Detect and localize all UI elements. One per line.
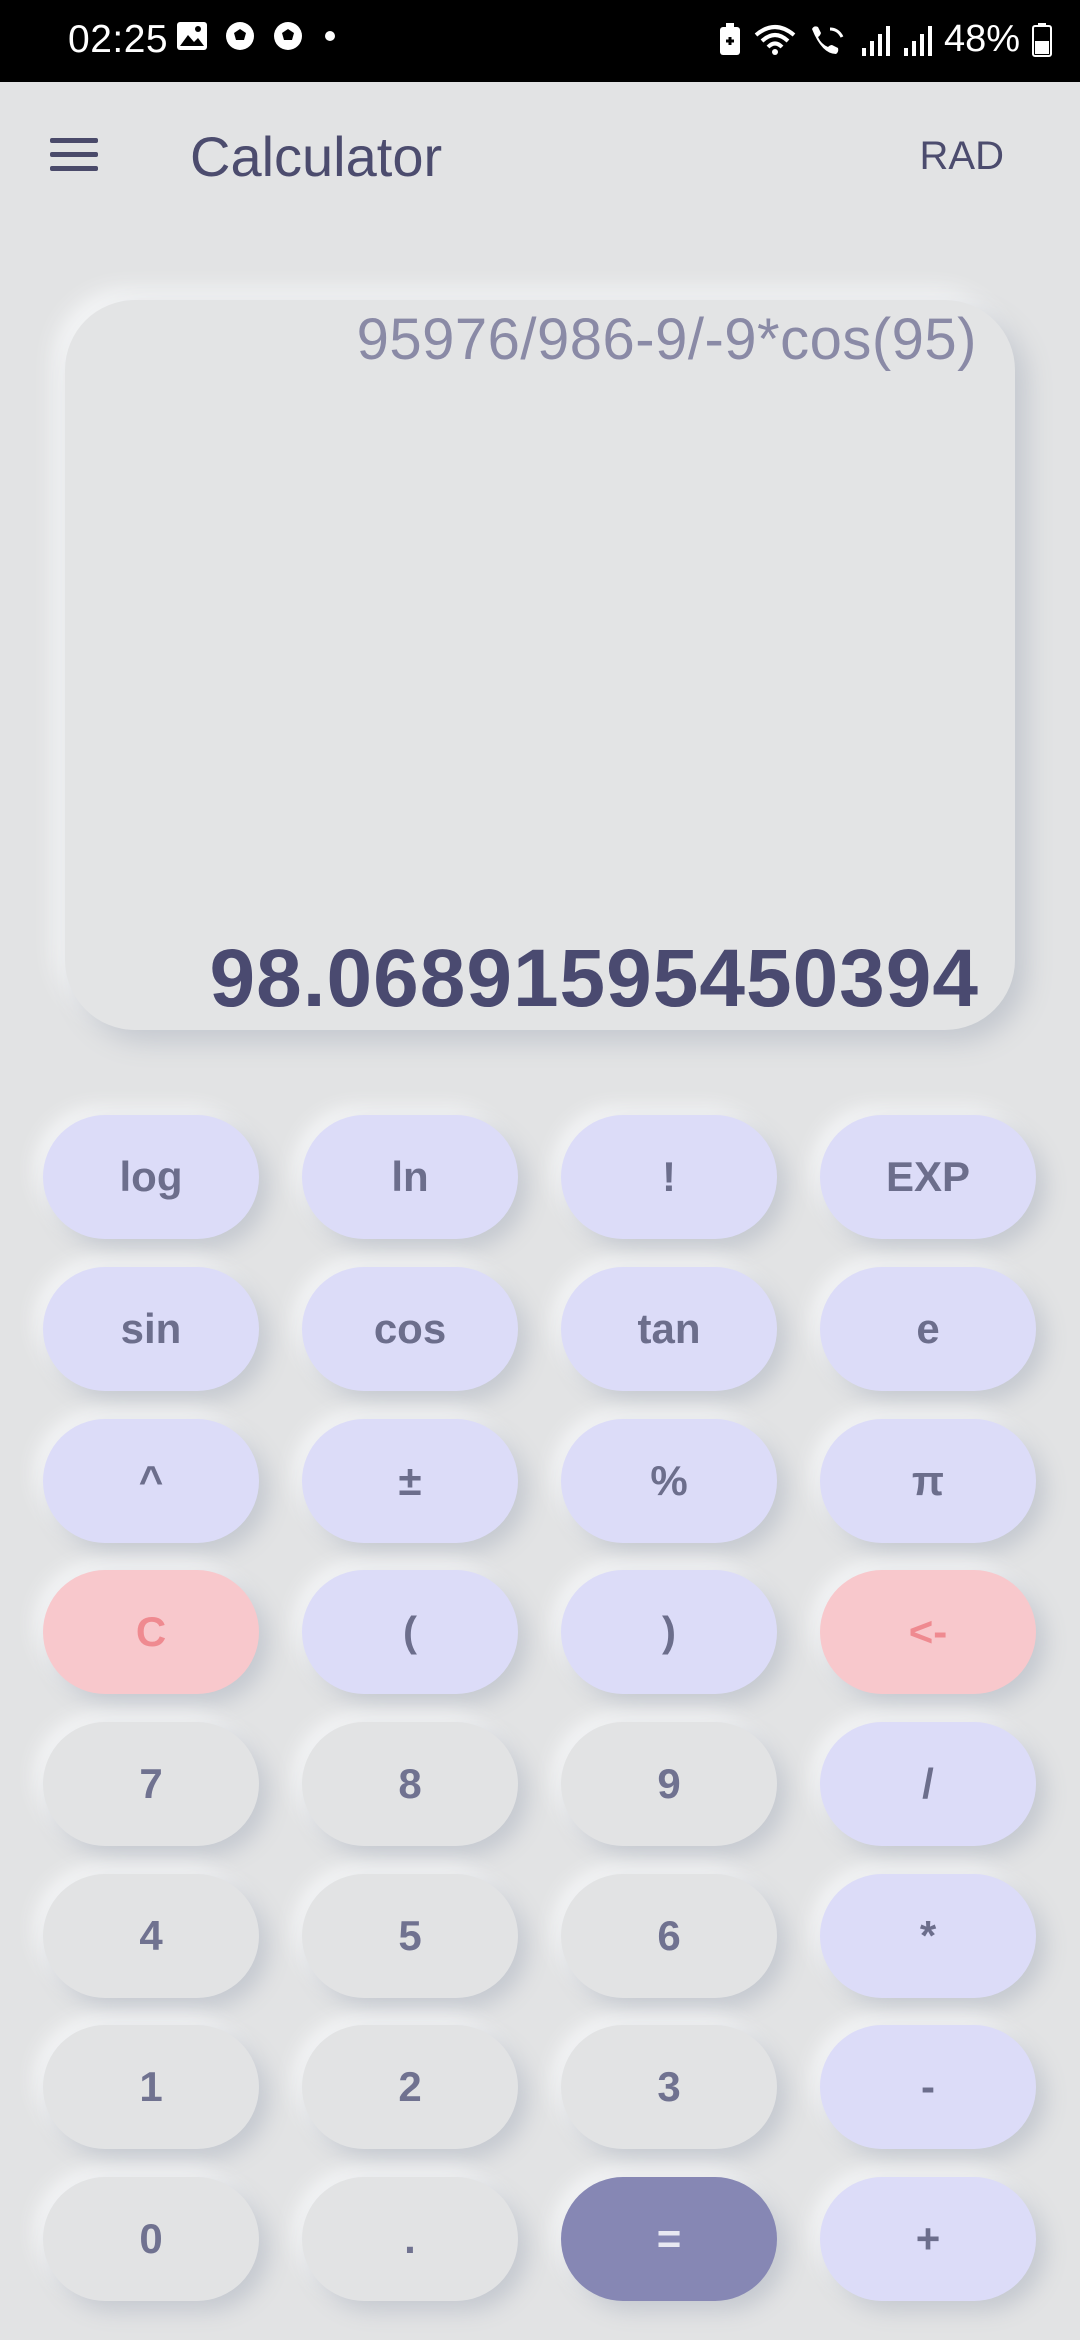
status-bar: 02:25 48% bbox=[0, 0, 1080, 82]
add-button[interactable]: + bbox=[820, 2177, 1036, 2301]
euler-button[interactable]: e bbox=[820, 1267, 1036, 1391]
battery-icon bbox=[1032, 22, 1052, 57]
sin-button[interactable]: sin bbox=[43, 1267, 259, 1391]
tan-button[interactable]: tan bbox=[561, 1267, 777, 1391]
ln-button[interactable]: ln bbox=[302, 1115, 518, 1239]
angle-mode-button[interactable]: RAD bbox=[920, 134, 1004, 179]
equals-button[interactable]: = bbox=[561, 2177, 777, 2301]
percent-button[interactable]: % bbox=[561, 1419, 777, 1543]
digit-5-button[interactable]: 5 bbox=[302, 1874, 518, 1998]
multiply-button[interactable]: * bbox=[820, 1874, 1036, 1998]
digit-3-button[interactable]: 3 bbox=[561, 2025, 777, 2149]
plus-minus-button[interactable]: ± bbox=[302, 1419, 518, 1543]
digit-4-button[interactable]: 4 bbox=[43, 1874, 259, 1998]
result-text: 98.06891595450394 bbox=[209, 933, 979, 1024]
subtract-button[interactable]: - bbox=[820, 2025, 1036, 2149]
backspace-button[interactable]: <- bbox=[820, 1570, 1036, 1694]
app-bar: Calculator RAD bbox=[0, 82, 1080, 232]
image-icon bbox=[176, 21, 208, 51]
digit-7-button[interactable]: 7 bbox=[43, 1722, 259, 1846]
open-paren-button[interactable]: ( bbox=[302, 1570, 518, 1694]
digit-2-button[interactable]: 2 bbox=[302, 2025, 518, 2149]
page-title: Calculator bbox=[190, 125, 443, 188]
factorial-button[interactable]: ! bbox=[561, 1115, 777, 1239]
pi-button[interactable]: π bbox=[820, 1419, 1036, 1543]
digit-8-button[interactable]: 8 bbox=[302, 1722, 518, 1846]
hamburger-menu-icon[interactable] bbox=[50, 138, 98, 174]
signal-icon bbox=[902, 24, 932, 56]
soccer-ball-icon bbox=[224, 20, 256, 52]
cos-button[interactable]: cos bbox=[302, 1267, 518, 1391]
digit-6-button[interactable]: 6 bbox=[561, 1874, 777, 1998]
expression-text: 95976/986-9/-9*cos(95) bbox=[356, 307, 977, 372]
digit-0-button[interactable]: 0 bbox=[43, 2177, 259, 2301]
calculator-display: 95976/986-9/-9*cos(95) 98.06891595450394 bbox=[65, 300, 1015, 1030]
signal-icon bbox=[860, 24, 890, 56]
power-button[interactable]: ^ bbox=[43, 1419, 259, 1543]
battery-saver-icon bbox=[718, 22, 742, 57]
log-button[interactable]: log bbox=[43, 1115, 259, 1239]
digit-9-button[interactable]: 9 bbox=[561, 1722, 777, 1846]
soccer-ball-icon bbox=[272, 20, 304, 52]
wifi-icon bbox=[754, 23, 796, 57]
exp-button[interactable]: EXP bbox=[820, 1115, 1036, 1239]
clear-button[interactable]: C bbox=[43, 1570, 259, 1694]
battery-percentage: 48% bbox=[943, 18, 1020, 60]
decimal-point-button[interactable]: . bbox=[302, 2177, 518, 2301]
digit-1-button[interactable]: 1 bbox=[43, 2025, 259, 2149]
close-paren-button[interactable]: ) bbox=[561, 1570, 777, 1694]
dot-icon bbox=[320, 26, 340, 46]
status-time: 02:25 bbox=[68, 18, 169, 61]
wifi-calling-icon bbox=[808, 23, 848, 57]
divide-button[interactable]: / bbox=[820, 1722, 1036, 1846]
